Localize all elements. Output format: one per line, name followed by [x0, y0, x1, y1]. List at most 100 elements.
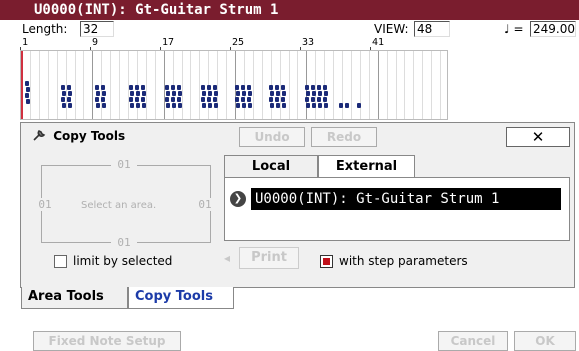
- step-note: [208, 103, 212, 108]
- step-note: [166, 103, 170, 108]
- step-divider: [261, 51, 263, 119]
- step-note: [202, 91, 206, 96]
- close-button[interactable]: ✕: [506, 127, 570, 147]
- area-right-value: 01: [195, 198, 215, 211]
- step-note: [166, 91, 170, 96]
- area-selector[interactable]: 01 01 01 01 Select an area.: [35, 157, 215, 252]
- step-note: [172, 91, 176, 96]
- ruler-mark: 33: [302, 37, 315, 48]
- selected-pattern[interactable]: U0000(INT): Gt-Guitar Strum 1: [251, 188, 561, 210]
- step-note: [270, 103, 274, 108]
- undo-button[interactable]: Undo: [239, 127, 305, 147]
- pattern-select-button[interactable]: ❯: [230, 191, 246, 207]
- ruler-mark: 17: [162, 37, 175, 48]
- step-note: [357, 103, 361, 108]
- step-divider: [29, 51, 31, 119]
- step-note: [235, 85, 239, 90]
- area-left-value: 01: [35, 198, 55, 211]
- step-note: [67, 85, 71, 90]
- step-note: [247, 85, 251, 90]
- step-note: [214, 103, 218, 108]
- step-divider: [226, 51, 228, 119]
- step-note: [306, 103, 310, 108]
- tab-copy-tools[interactable]: Copy Tools: [128, 287, 234, 309]
- step-divider: [342, 51, 343, 119]
- step-note: [281, 85, 285, 90]
- view-field[interactable]: 48: [414, 21, 450, 37]
- step-note: [207, 97, 211, 102]
- step-note: [25, 93, 29, 98]
- redo-button[interactable]: Redo: [311, 127, 377, 147]
- area-hint: Select an area.: [81, 200, 157, 211]
- step-note: [207, 85, 211, 90]
- step-note: [102, 103, 106, 108]
- step-note: [323, 85, 327, 90]
- step-note: [26, 99, 30, 104]
- step-note: [281, 97, 285, 102]
- ruler-mark: 9: [92, 37, 99, 48]
- step-note: [208, 91, 212, 96]
- with-step-parameters-checkbox[interactable]: [320, 255, 333, 268]
- cancel-button[interactable]: Cancel: [438, 331, 508, 351]
- panel-title-label: Copy Tools: [53, 129, 126, 143]
- step-note: [142, 103, 146, 108]
- fixed-note-setup-button[interactable]: Fixed Note Setup: [33, 331, 181, 351]
- step-note: [136, 91, 140, 96]
- copy-tools-panel: Copy Tools Undo Redo ✕ 01 01 01 01 Selec…: [20, 122, 575, 309]
- step-note: [247, 97, 251, 102]
- step-note: [171, 97, 175, 102]
- step-note: [276, 103, 280, 108]
- tab-external[interactable]: External: [318, 155, 415, 178]
- view-label: VIEW:: [374, 22, 409, 36]
- wrench-icon: [33, 129, 46, 141]
- step-divider: [297, 51, 299, 119]
- step-note: [101, 97, 105, 102]
- step-note: [96, 91, 100, 96]
- ruler-mark: 1: [22, 37, 29, 48]
- external-source-area: ❯ U0000(INT): Gt-Guitar Strum 1: [224, 177, 570, 241]
- step-divider: [56, 51, 58, 119]
- tab-area-tools[interactable]: Area Tools: [21, 287, 128, 309]
- print-button[interactable]: Print: [239, 247, 299, 269]
- step-note: [305, 85, 309, 90]
- step-note: [339, 103, 343, 108]
- step-note: [61, 97, 65, 102]
- step-note: [317, 97, 321, 102]
- step-note: [241, 97, 245, 102]
- tempo-field[interactable]: 249.00: [530, 21, 576, 37]
- step-divider: [181, 51, 183, 119]
- step-note: [129, 85, 133, 90]
- step-ruler: 1 9 17 25 33 41: [20, 37, 576, 50]
- length-field[interactable]: 32: [80, 21, 114, 37]
- step-note: [165, 85, 169, 90]
- step-note: [61, 85, 65, 90]
- tempo-label: ♩ =: [504, 22, 524, 36]
- step-note: [172, 103, 176, 108]
- step-divider: [386, 51, 388, 119]
- step-note: [318, 91, 322, 96]
- step-divider: [38, 51, 40, 119]
- limit-by-selected-label: limit by selected: [73, 254, 173, 268]
- step-note: [136, 103, 140, 108]
- step-note: [323, 97, 327, 102]
- step-note: [311, 97, 315, 102]
- tab-local[interactable]: Local: [224, 155, 318, 178]
- step-pattern-view[interactable]: [20, 50, 448, 120]
- step-note: [282, 103, 286, 108]
- ok-button[interactable]: OK: [514, 331, 576, 351]
- step-note: [318, 103, 322, 108]
- step-note: [171, 85, 175, 90]
- step-note: [130, 103, 134, 108]
- step-divider: [333, 51, 335, 119]
- step-note: [275, 85, 279, 90]
- step-note: [177, 85, 181, 90]
- print-control: ◂ Print: [224, 247, 299, 269]
- print-arrow-icon: ◂: [224, 251, 231, 265]
- step-divider: [217, 51, 219, 119]
- step-note: [214, 91, 218, 96]
- step-note: [317, 85, 321, 90]
- step-divider: [119, 51, 121, 119]
- step-divider: [154, 51, 156, 119]
- limit-by-selected-checkbox[interactable]: [54, 255, 67, 268]
- with-step-parameters-label: with step parameters: [339, 254, 468, 268]
